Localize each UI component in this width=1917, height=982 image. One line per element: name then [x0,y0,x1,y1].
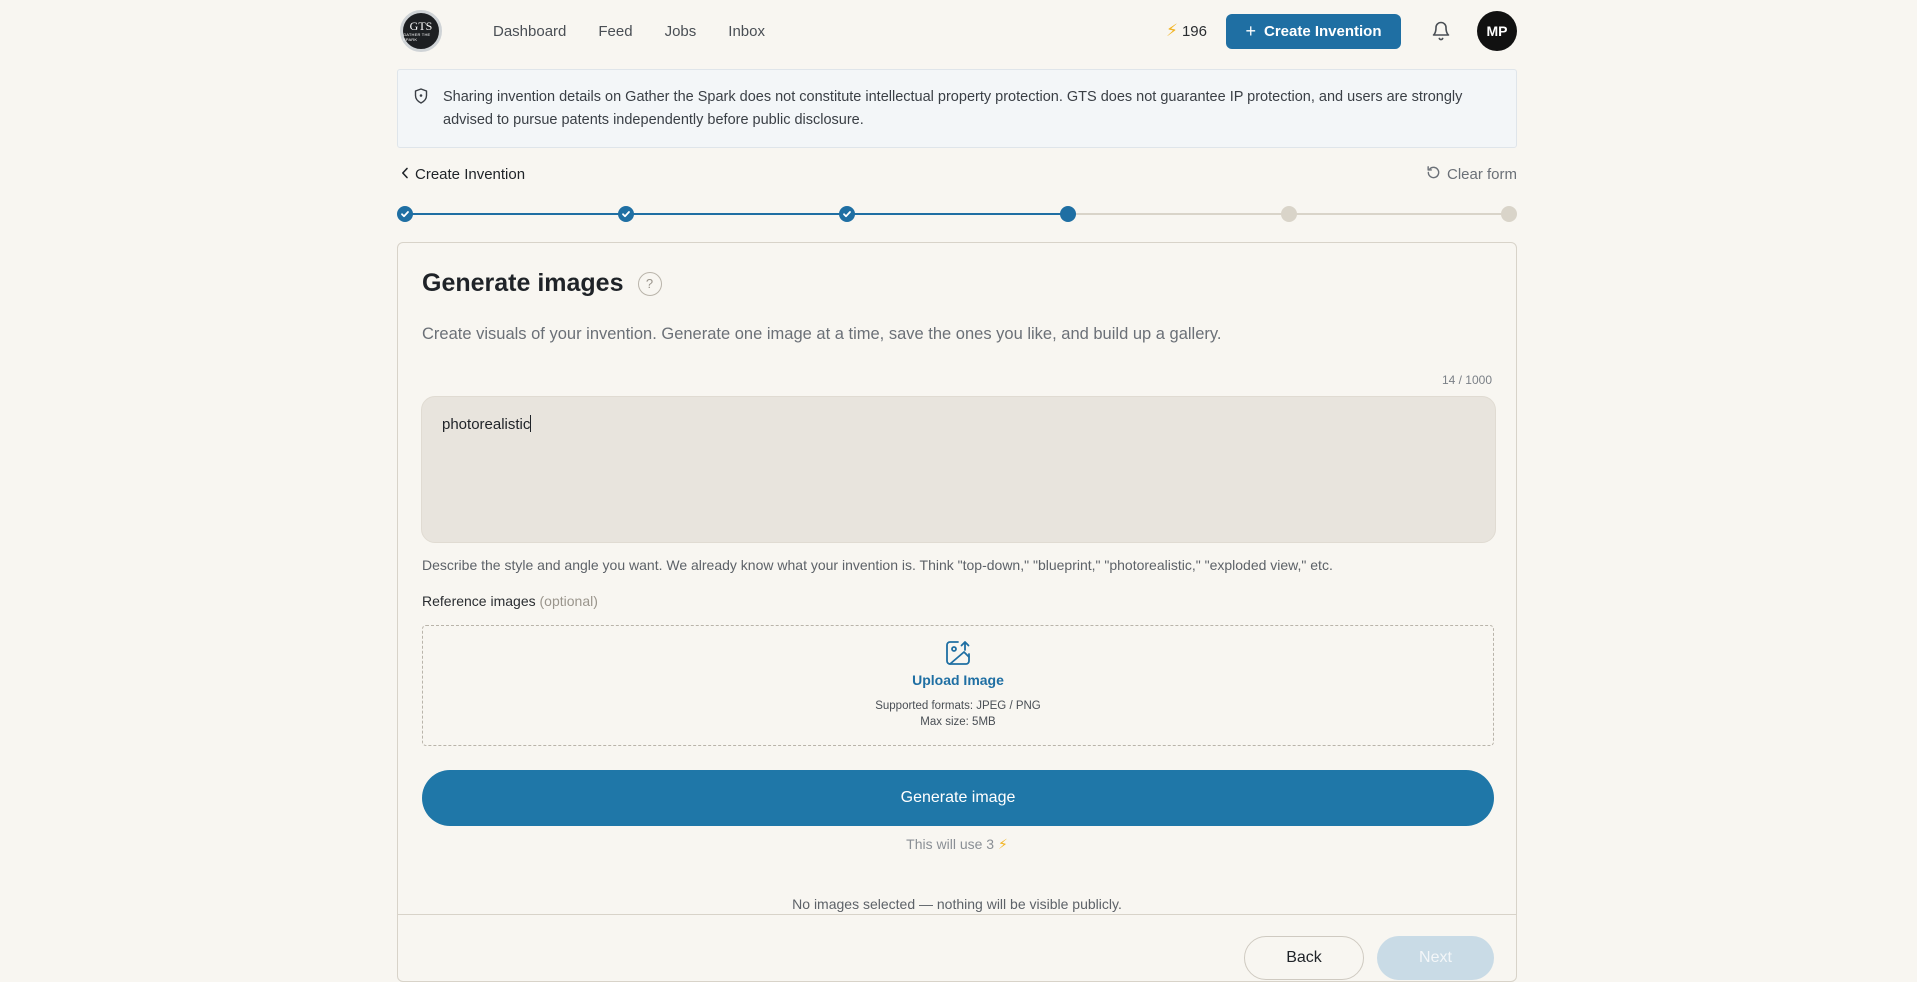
visibility-note: No images selected — nothing will be vis… [792,896,1122,912]
logo-subtext: GATHER THE SPARK [403,32,431,42]
credits-count: 196 [1181,22,1207,40]
credit-cost-text: This will use 3 [906,836,995,852]
gts-logo[interactable]: GTS GATHER THE SPARK [400,10,442,52]
reference-images-label: Reference images (optional) [422,593,598,609]
user-avatar[interactable]: MP [1477,11,1517,51]
clear-form-button[interactable]: Clear form [1426,165,1517,184]
back-link-label: Create Invention [415,165,526,183]
supported-formats: Supported formats: JPEG / PNG [875,700,1041,712]
page-title: Generate images [422,269,624,297]
step-6-upcoming [1501,206,1517,222]
text-caret [530,415,532,432]
prompt-value: photorealistic [442,416,531,433]
max-size: Max size: 5MB [920,716,996,728]
check-icon [401,211,409,218]
bell-icon[interactable] [1429,19,1453,43]
bolt-icon: ⚡ [1166,21,1178,40]
shield-icon [414,88,430,104]
top-navbar: GTS GATHER THE SPARK Dashboard Feed Jobs… [397,0,1517,62]
page-subheader: Create Invention Clear form [397,163,1517,185]
check-icon [843,211,851,218]
main-nav: Dashboard Feed Jobs Inbox [493,23,765,40]
clear-form-label: Clear form [1446,165,1517,183]
step-3-completed[interactable] [839,206,855,222]
check-icon [622,211,630,218]
prompt-hint: Describe the style and angle you want. W… [422,557,1333,573]
logo-text: GTS [409,19,433,33]
step-connector [405,213,1068,215]
create-invention-label: Create Invention [1263,22,1382,40]
notice-text: Sharing invention details on Gather the … [443,89,1463,128]
nav-feed[interactable]: Feed [598,23,632,40]
character-counter: 14 / 1000 [1441,373,1492,387]
next-button[interactable]: Next [1377,936,1494,980]
help-icon[interactable]: ? [637,271,662,296]
reset-icon [1426,165,1441,184]
optional-tag: (optional) [539,593,598,609]
step-4-current[interactable] [1060,206,1076,222]
bolt-icon: ⚡ [997,836,1008,852]
step-5-upcoming [1281,206,1297,222]
credits-balance[interactable]: ⚡ 196 [1166,21,1207,41]
upload-image-link[interactable]: Upload Image [912,672,1004,688]
card-header: Generate images ? [422,269,662,298]
step-2-completed[interactable] [618,206,634,222]
image-upload-dropzone[interactable]: Upload Image Supported formats: JPEG / P… [422,625,1494,746]
upload-requirements: Supported formats: JPEG / PNG Max size: … [875,698,1041,730]
image-upload-icon [945,640,971,666]
header-actions: ⚡ 196 + Create Invention MP [1166,11,1517,51]
create-invention-button[interactable]: + Create Invention [1226,13,1401,49]
style-prompt-textarea[interactable]: photorealistic [421,396,1496,543]
chevron-left-icon [401,166,409,183]
progress-stepper [397,204,1517,224]
footer-divider [398,914,1516,915]
generate-image-button[interactable]: Generate image [422,770,1494,826]
card-subtitle: Create visuals of your invention. Genera… [422,325,1222,343]
plus-icon: + [1245,20,1256,41]
back-to-create-invention[interactable]: Create Invention [401,166,525,183]
ip-disclaimer-notice: Sharing invention details on Gather the … [397,69,1517,148]
step-1-completed[interactable] [397,206,413,222]
back-button[interactable]: Back [1244,936,1364,980]
nav-inbox[interactable]: Inbox [728,23,765,40]
credit-cost-note: This will use 3 ⚡ [398,836,1516,853]
ref-label-text: Reference images [422,593,536,609]
nav-dashboard[interactable]: Dashboard [493,23,566,40]
generate-images-card: Generate images ? Create visuals of your… [397,242,1517,982]
nav-jobs[interactable]: Jobs [665,23,697,40]
